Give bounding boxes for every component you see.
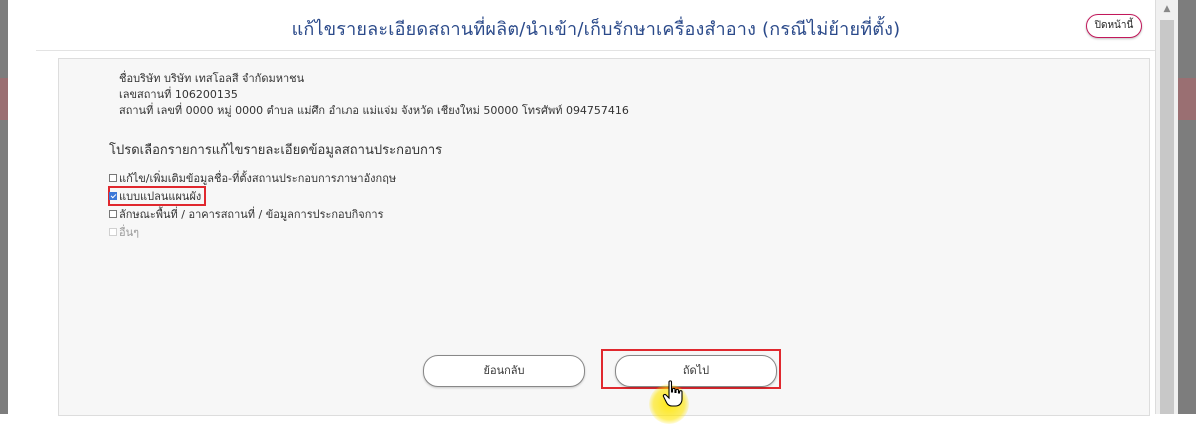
close-page-button[interactable]: ปิดหน้านี้ bbox=[1086, 14, 1142, 38]
edit-location-modal: แก้ไขรายละเอียดสถานที่ผลิต/นำเข้า/เก็บรั… bbox=[8, 0, 1178, 416]
content-panel: ชื่อบริษัท บริษัท เทสโอลสี จำกัดมหาชน เล… bbox=[58, 58, 1150, 416]
option-floor-plan[interactable]: แบบแปลนแผนผัง bbox=[107, 186, 207, 206]
location-id: เลขสถานที่ 106200135 bbox=[119, 88, 238, 101]
selection-prompt: โปรดเลือกรายการแก้ไขรายละเอียดข้อมูลสถาน… bbox=[109, 143, 443, 158]
company-name: ชื่อบริษัท บริษัท เทสโอลสี จำกัดมหาชน bbox=[119, 72, 305, 85]
option-label: แบบแปลนแผนผัง bbox=[119, 190, 202, 203]
option-label: อื่นๆ bbox=[119, 226, 140, 239]
back-button[interactable]: ย้อนกลับ bbox=[423, 355, 585, 387]
option-english-name-address[interactable]: แก้ไข/เพิ่มเติมข้อมูลชื่อ-ที่ตั้งสถานประ… bbox=[109, 169, 396, 187]
modal-header: แก้ไขรายละเอียดสถานที่ผลิต/นำเข้า/เก็บรั… bbox=[36, 0, 1156, 51]
next-button[interactable]: ถัดไป bbox=[615, 355, 777, 387]
checkbox-disabled[interactable] bbox=[109, 228, 117, 236]
edit-options-list: แก้ไข/เพิ่มเติมข้อมูลชื่อ-ที่ตั้งสถานประ… bbox=[107, 169, 396, 241]
company-info: ชื่อบริษัท บริษัท เทสโอลสี จำกัดมหาชน เล… bbox=[119, 71, 629, 119]
checkbox-checked[interactable] bbox=[109, 192, 117, 200]
scroll-up-arrow-icon[interactable]: ▲ bbox=[1156, 4, 1178, 14]
scroll-thumb[interactable] bbox=[1160, 20, 1174, 414]
checkbox[interactable] bbox=[109, 210, 117, 218]
location-address: สถานที่ เลขที่ 0000 หมู่ 0000 ตำบล แม่ศึ… bbox=[119, 104, 629, 117]
option-label: แก้ไข/เพิ่มเติมข้อมูลชื่อ-ที่ตั้งสถานประ… bbox=[119, 172, 397, 185]
option-label: ลักษณะพื้นที่ / อาคารสถานที่ / ข้อมูลการ… bbox=[119, 208, 384, 221]
hand-pointer-icon bbox=[662, 380, 683, 407]
option-other[interactable]: อื่นๆ bbox=[109, 223, 396, 241]
option-area-building-business[interactable]: ลักษณะพื้นที่ / อาคารสถานที่ / ข้อมูลการ… bbox=[109, 205, 396, 223]
checkbox[interactable] bbox=[109, 174, 117, 182]
vertical-scrollbar[interactable]: ▲ bbox=[1155, 0, 1178, 414]
modal-title: แก้ไขรายละเอียดสถานที่ผลิต/นำเข้า/เก็บรั… bbox=[291, 19, 901, 40]
